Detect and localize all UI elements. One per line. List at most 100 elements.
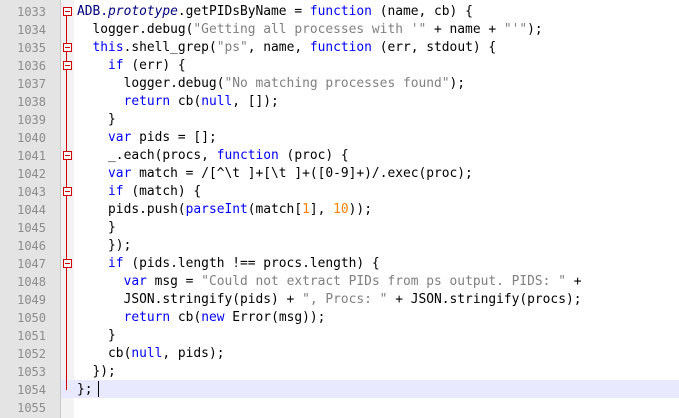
code-text: return cb(null, []);	[77, 93, 279, 111]
code-token: var	[108, 166, 132, 181]
code-token: if	[108, 58, 124, 73]
line-number: 1055	[17, 401, 46, 415]
code-token: "ps"	[216, 40, 248, 55]
code-token: return	[123, 310, 171, 325]
code-line[interactable]: 1052 cb(null, pids);	[0, 345, 679, 363]
code-token: logger.debug(	[77, 22, 194, 37]
line-number: 1041	[17, 149, 46, 163]
code-token: pids.push(	[77, 202, 186, 217]
line-number: 1045	[17, 221, 46, 235]
code-line[interactable]: 1055	[0, 399, 679, 417]
line-number: 1042	[17, 167, 46, 181]
code-text: });	[77, 237, 131, 255]
line-number: 1048	[17, 275, 46, 289]
code-text: var match = /[^\t ]+[\t ]+([0-9]+)/.exec…	[77, 165, 473, 183]
code-token: new	[201, 310, 225, 325]
line-number: 1035	[17, 41, 46, 55]
code-token: ],	[309, 202, 334, 217]
line-number: 1039	[17, 113, 46, 127]
code-line[interactable]: 1053 });	[0, 363, 679, 381]
code-token: + JSON.stringify(procs);	[387, 292, 582, 307]
code-token: (proc) {	[278, 148, 349, 163]
line-number: 1033	[17, 5, 46, 19]
code-token: , []);	[232, 94, 279, 109]
code-line[interactable]: 1048 var msg = "Could not extract PIDs f…	[0, 273, 679, 291]
code-line[interactable]: 1041 _.each(procs, function (proc) {	[0, 147, 679, 165]
code-token: cb(	[170, 94, 202, 109]
code-line[interactable]: 1049 JSON.stringify(pids) + ", Procs: " …	[0, 291, 679, 309]
code-line[interactable]: 1044 pids.push(parseInt(match[1], 10));	[0, 201, 679, 219]
code-line[interactable]: 1045 }	[0, 219, 679, 237]
code-line[interactable]: 1042 var match = /[^\t ]+[\t ]+([0-9]+)/…	[0, 165, 679, 183]
code-token: if	[108, 256, 124, 271]
code-token: null	[201, 94, 233, 109]
code-text: JSON.stringify(pids) + ", Procs: " + JSO…	[77, 291, 582, 309]
code-token: parseInt	[185, 202, 248, 217]
code-line[interactable]: 1050 return cb(new Error(msg));	[0, 309, 679, 327]
fold-toggle-icon[interactable]	[63, 187, 72, 196]
code-text: };	[77, 381, 93, 399]
code-token: function	[216, 148, 279, 163]
code-line[interactable]: 1038 return cb(null, []);	[0, 93, 679, 111]
fold-toggle-icon[interactable]	[63, 151, 72, 160]
code-line[interactable]: 1037 logger.debug("No matching processes…	[0, 75, 679, 93]
code-line[interactable]: 1043 if (match) {	[0, 183, 679, 201]
code-token: }	[77, 112, 116, 127]
code-token: (pids.length !== procs.length) {	[123, 256, 380, 271]
code-token: .getPIDsByName =	[177, 4, 310, 19]
code-text: if (pids.length !== procs.length) {	[77, 255, 380, 273]
line-number: 1053	[17, 365, 46, 379]
code-token: 10	[333, 202, 349, 217]
code-text: _.each(procs, function (proc) {	[77, 147, 349, 165]
code-line[interactable]: 1040 var pids = [];	[0, 129, 679, 147]
code-text: });	[77, 363, 116, 381]
line-number: 1034	[17, 23, 46, 37]
code-token: _.each(procs,	[77, 148, 217, 163]
line-number: 1054	[17, 383, 46, 397]
code-token: var	[108, 130, 132, 145]
code-token: match = /[^\t ]+[\t ]+([0-9]+)/.exec(pro…	[131, 166, 473, 181]
code-token: pids = [];	[131, 130, 217, 145]
code-token: );	[449, 76, 466, 91]
fold-toggle-icon[interactable]	[63, 43, 72, 52]
code-text: pids.push(parseInt(match[1], 10));	[77, 201, 372, 219]
fold-toggle-icon[interactable]	[63, 7, 72, 16]
fold-toggle-icon[interactable]	[63, 61, 72, 70]
code-token: });	[77, 238, 132, 253]
code-line[interactable]: 1036 if (err) {	[0, 57, 679, 75]
text-caret	[98, 381, 99, 397]
code-text: }	[77, 111, 116, 129]
code-token: "No matching processes found"	[224, 76, 450, 91]
line-number: 1049	[17, 293, 46, 307]
line-number: 1043	[17, 185, 46, 199]
code-text: if (match) {	[77, 183, 201, 201]
code-editor[interactable]: 1033 ADB.prototype.getPIDsByName = functi…	[0, 0, 679, 418]
code-token: "'"	[503, 22, 528, 37]
code-token: function	[309, 4, 372, 19]
fold-toggle-icon[interactable]	[63, 259, 72, 268]
code-text: return cb(new Error(msg));	[77, 309, 326, 327]
line-number: 1044	[17, 203, 46, 217]
code-token: }	[77, 328, 116, 343]
code-line[interactable]: 1033 ADB.prototype.getPIDsByName = functi…	[0, 3, 679, 21]
code-token: }	[77, 220, 116, 235]
code-line[interactable]: 1054};	[0, 381, 679, 399]
code-line[interactable]: 1051 }	[0, 327, 679, 345]
code-token: if	[108, 184, 124, 199]
code-line[interactable]: 1047 if (pids.length !== procs.length) {	[0, 255, 679, 273]
code-line[interactable]: 1039 }	[0, 111, 679, 129]
code-line[interactable]: 1046 });	[0, 237, 679, 255]
code-token: cb(	[77, 346, 132, 361]
code-line[interactable]: 1035 this.shell_grep("ps", name, functio…	[0, 39, 679, 57]
code-text: var pids = [];	[77, 129, 217, 147]
code-token: var	[123, 274, 147, 289]
code-text: logger.debug("Getting all processes with…	[77, 21, 543, 39]
code-token: );	[527, 22, 543, 37]
code-token: msg =	[146, 274, 202, 289]
code-line[interactable]: 1034 logger.debug("Getting all processes…	[0, 21, 679, 39]
